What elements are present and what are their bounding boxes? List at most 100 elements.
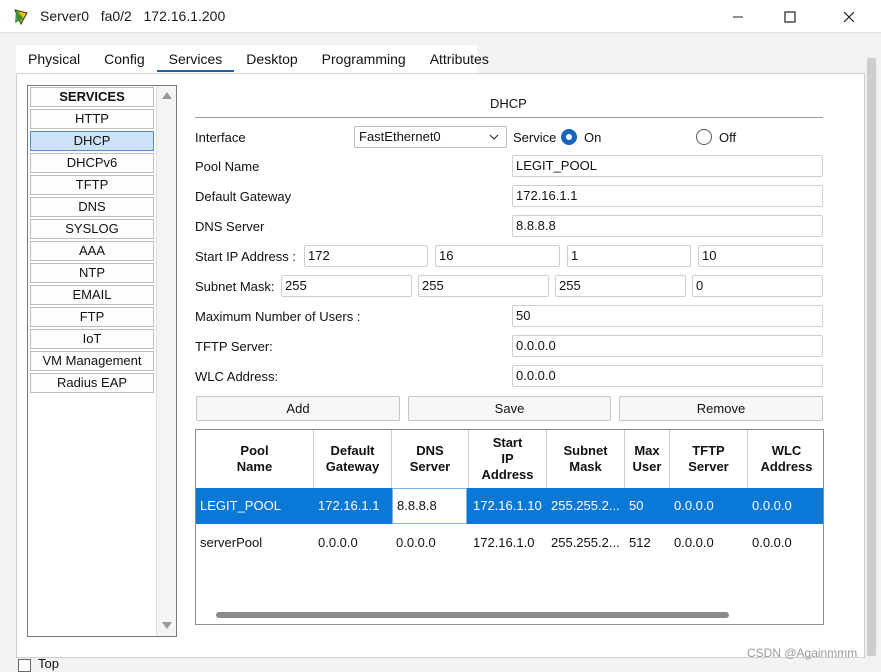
tab-programming[interactable]: Programming	[310, 45, 418, 73]
services-list: SERVICES HTTP DHCP DHCPv6 TFTP DNS SYSLO…	[30, 87, 156, 395]
max-users-label: Maximum Number of Users :	[195, 309, 361, 324]
column-header-start-ip-address[interactable]: Start IP Address	[469, 430, 547, 488]
sidebar-scrollbar[interactable]	[156, 86, 176, 636]
service-vm-management[interactable]: VM Management	[30, 351, 154, 371]
wlc-address-label: WLC Address:	[195, 369, 279, 384]
cell-start-ip: 172.16.1.0	[473, 535, 535, 550]
service-tftp[interactable]: TFTP	[30, 175, 154, 195]
tab-bar: Physical Config Services Desktop Program…	[16, 43, 876, 73]
close-button[interactable]	[826, 0, 872, 33]
subnet-mask-octet-2[interactable]: 255	[418, 275, 549, 297]
cell-tftp-server: 0.0.0.0	[674, 498, 714, 513]
cell-dns-server[interactable]: 8.8.8.8	[392, 488, 467, 524]
window-scrollbar[interactable]	[865, 56, 878, 658]
services-header: SERVICES	[30, 87, 154, 107]
cell-wlc-address: 0.0.0.0	[752, 498, 792, 513]
column-header-subnet-mask[interactable]: Subnet Mask	[547, 430, 625, 488]
max-users-field[interactable]: 50	[512, 305, 823, 327]
tab-attributes[interactable]: Attributes	[418, 45, 501, 73]
cell-start-ip: 172.16.1.10	[473, 498, 542, 513]
divider	[195, 117, 823, 118]
cell-wlc-address: 0.0.0.0	[752, 535, 792, 550]
save-button[interactable]: Save	[408, 396, 611, 421]
minimize-button[interactable]	[715, 0, 761, 33]
top-label: Top	[38, 656, 59, 671]
start-ip-label: Start IP Address :	[195, 249, 296, 264]
add-button[interactable]: Add	[196, 396, 400, 421]
tab-services[interactable]: Services	[156, 45, 235, 73]
interface-label: Interface	[195, 130, 246, 145]
scroll-up-arrow-icon[interactable]	[162, 92, 172, 99]
service-dhcp[interactable]: DHCP	[30, 131, 154, 151]
cell-default-gateway: 172.16.1.1	[318, 498, 380, 513]
table-row[interactable]: serverPool 0.0.0.0 0.0.0.0 172.16.1.0 25…	[196, 525, 823, 561]
column-header-tftp-server[interactable]: TFTP Server	[670, 430, 748, 488]
table-row[interactable]: LEGIT_POOL 172.16.1.1 8.8.8.8 172.16.1.1…	[196, 488, 823, 524]
subnet-mask-octet-3[interactable]: 255	[555, 275, 686, 297]
tab-desktop[interactable]: Desktop	[234, 45, 309, 73]
chevron-down-icon	[489, 134, 499, 140]
scroll-down-arrow-icon[interactable]	[162, 622, 172, 629]
window-title: Server0 fa0/2 172.16.1.200	[40, 8, 226, 24]
service-off-radio[interactable]	[696, 129, 712, 145]
subnet-mask-octet-1[interactable]: 255	[281, 275, 412, 297]
dhcp-pools-table: Pool Name Default Gateway DNS Server Sta…	[195, 429, 824, 625]
service-syslog[interactable]: SYSLOG	[30, 219, 154, 239]
service-ntp[interactable]: NTP	[30, 263, 154, 283]
dns-server-field[interactable]: 8.8.8.8	[512, 215, 823, 237]
tftp-server-field[interactable]: 0.0.0.0	[512, 335, 823, 357]
cell-subnet-mask: 255.255.2...	[551, 498, 620, 513]
service-dns[interactable]: DNS	[30, 197, 154, 217]
cell-pool-name: serverPool	[200, 535, 263, 550]
tab-physical[interactable]: Physical	[16, 45, 92, 73]
column-header-pool-name[interactable]: Pool Name	[196, 430, 314, 488]
column-header-default-gateway[interactable]: Default Gateway	[314, 430, 392, 488]
window-scrollbar-thumb[interactable]	[867, 58, 876, 656]
services-sidebar: SERVICES HTTP DHCP DHCPv6 TFTP DNS SYSLO…	[27, 85, 177, 637]
column-header-max-user[interactable]: Max User	[625, 430, 670, 488]
remove-button[interactable]: Remove	[619, 396, 823, 421]
service-aaa[interactable]: AAA	[30, 241, 154, 261]
cell-max-user: 512	[629, 535, 651, 550]
service-ftp[interactable]: FTP	[30, 307, 154, 327]
service-email[interactable]: EMAIL	[30, 285, 154, 305]
tabs-strip: Physical Config Services Desktop Program…	[16, 45, 489, 73]
tab-config[interactable]: Config	[92, 45, 156, 73]
column-header-dns-server[interactable]: DNS Server	[392, 430, 469, 488]
interface-select[interactable]: FastEthernet0	[354, 126, 507, 148]
cell-tftp-server: 0.0.0.0	[674, 535, 714, 550]
start-ip-octet-2[interactable]: 16	[435, 245, 560, 267]
service-on-label: On	[584, 130, 602, 145]
title-bar: Server0 fa0/2 172.16.1.200	[0, 0, 881, 33]
cell-pool-name: LEGIT_POOL	[200, 498, 281, 513]
wlc-address-field[interactable]: 0.0.0.0	[512, 365, 823, 387]
service-dhcpv6[interactable]: DHCPv6	[30, 153, 154, 173]
pool-name-field[interactable]: LEGIT_POOL	[512, 155, 823, 177]
subnet-mask-label: Subnet Mask:	[195, 279, 275, 294]
interface-value: FastEthernet0	[359, 129, 441, 144]
maximize-icon	[784, 10, 796, 23]
start-ip-octet-4[interactable]: 10	[698, 245, 823, 267]
service-http[interactable]: HTTP	[30, 109, 154, 129]
service-label: Service	[513, 130, 557, 145]
start-ip-octet-1[interactable]: 172	[304, 245, 428, 267]
watermark: CSDN @Againmmm	[747, 646, 858, 660]
packet-tracer-app-icon	[14, 9, 28, 26]
cell-subnet-mask: 255.255.2...	[551, 535, 620, 550]
default-gateway-field[interactable]: 172.16.1.1	[512, 185, 823, 207]
top-checkbox[interactable]	[18, 659, 31, 672]
service-off-label: Off	[719, 130, 737, 145]
service-on-radio[interactable]	[561, 129, 577, 145]
close-icon	[843, 11, 855, 22]
subnet-mask-octet-4[interactable]: 0	[692, 275, 823, 297]
cell-max-user: 50	[629, 498, 644, 513]
start-ip-octet-3[interactable]: 1	[567, 245, 691, 267]
maximize-button[interactable]	[767, 0, 813, 33]
table-horizontal-scrollbar[interactable]	[216, 612, 729, 618]
service-radius-eap[interactable]: Radius EAP	[30, 373, 154, 393]
cell-default-gateway: 0.0.0.0	[318, 535, 358, 550]
dns-server-label: DNS Server	[195, 219, 265, 234]
pool-name-label: Pool Name	[195, 159, 260, 174]
service-iot[interactable]: IoT	[30, 329, 154, 349]
column-header-wlc-address[interactable]: WLC Address	[748, 430, 823, 488]
